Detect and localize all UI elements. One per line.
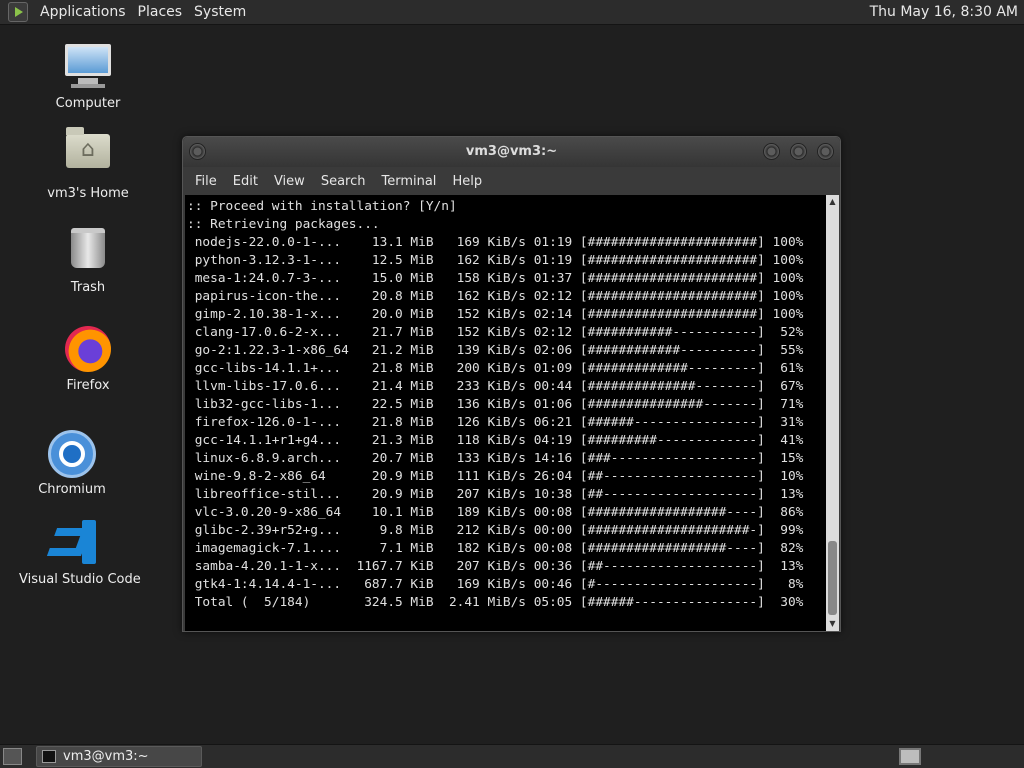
desktop-icon-computer[interactable]: Computer <box>33 44 143 111</box>
taskbar-button-label: vm3@vm3:~ <box>63 749 149 764</box>
terminal-line: vlc-3.0.20-9-x86_64 10.1 MiB 189 KiB/s 0… <box>187 505 804 520</box>
minimize-icon[interactable] <box>763 143 780 160</box>
menu-help[interactable]: Help <box>444 174 490 189</box>
terminal-window[interactable]: vm3@vm3:~ File Edit View Search Terminal… <box>182 136 841 632</box>
terminal-line: mesa-1:24.0.7-3-... 15.0 MiB 158 KiB/s 0… <box>187 271 804 286</box>
terminal-line: gtk4-1:4.14.4-1-... 687.7 KiB 169 KiB/s … <box>187 577 804 592</box>
terminal-output[interactable]: :: Proceed with installation? [Y/n] :: R… <box>185 195 826 631</box>
desktop-icon-label: Visual Studio Code <box>19 572 141 587</box>
close-icon[interactable] <box>817 143 834 160</box>
show-desktop-icon[interactable] <box>3 748 22 765</box>
terminal-scrollbar[interactable]: ▲ ▼ <box>826 195 839 631</box>
terminal-line: samba-4.20.1-1-x... 1167.7 KiB 207 KiB/s… <box>187 559 804 574</box>
terminal-line: papirus-icon-the... 20.8 MiB 162 KiB/s 0… <box>187 289 804 304</box>
terminal-icon <box>42 750 56 763</box>
terminal-line: go-2:1.22.3-1-x86_64 21.2 MiB 139 KiB/s … <box>187 343 804 358</box>
vscode-icon <box>46 520 98 568</box>
terminal-line: gimp-2.10.38-1-x... 20.0 MiB 152 KiB/s 0… <box>187 307 804 322</box>
desktop-icon-label: Chromium <box>38 482 106 497</box>
desktop-icon-home[interactable]: vm3's Home <box>33 124 143 201</box>
terminal-line: :: Proceed with installation? [Y/n] <box>187 199 457 214</box>
terminal-line: glibc-2.39+r52+g... 9.8 MiB 212 KiB/s 00… <box>187 523 804 538</box>
maximize-icon[interactable] <box>790 143 807 160</box>
applications-menu-icon[interactable] <box>8 2 28 22</box>
menu-file[interactable]: File <box>187 174 225 189</box>
scroll-down-icon[interactable]: ▼ <box>826 617 839 631</box>
chromium-icon <box>48 430 96 478</box>
terminal-line: imagemagick-7.1.... 7.1 MiB 182 KiB/s 00… <box>187 541 804 556</box>
clock[interactable]: Thu May 16, 8:30 AM <box>870 4 1018 20</box>
terminal-line: python-3.12.3-1-... 12.5 MiB 162 KiB/s 0… <box>187 253 804 268</box>
desktop-icon-chromium[interactable]: Chromium <box>17 430 127 497</box>
desktop-icon-label: vm3's Home <box>47 186 129 201</box>
scrollbar-thumb[interactable] <box>828 541 837 615</box>
terminal-line: llvm-libs-17.0.6... 21.4 MiB 233 KiB/s 0… <box>187 379 804 394</box>
menu-applications[interactable]: Applications <box>34 4 132 20</box>
menu-terminal[interactable]: Terminal <box>373 174 444 189</box>
terminal-line: linux-6.8.9.arch... 20.7 MiB 133 KiB/s 1… <box>187 451 804 466</box>
window-titlebar[interactable]: vm3@vm3:~ <box>183 137 840 167</box>
desktop-icon-label: Trash <box>70 280 106 295</box>
menu-system[interactable]: System <box>188 4 252 20</box>
terminal-line: libreoffice-stil... 20.9 MiB 207 KiB/s 1… <box>187 487 804 502</box>
desktop-icon-vscode[interactable]: Visual Studio Code <box>19 520 141 587</box>
taskbar-button-terminal[interactable]: vm3@vm3:~ <box>36 746 202 767</box>
home-folder-icon <box>64 127 112 182</box>
terminal-line: nodejs-22.0.0-1-... 13.1 MiB 169 KiB/s 0… <box>187 235 804 250</box>
menu-places[interactable]: Places <box>132 4 189 20</box>
desktop-icon-firefox[interactable]: Firefox <box>33 326 143 393</box>
terminal-line: clang-17.0.6-2-x... 21.7 MiB 152 KiB/s 0… <box>187 325 804 340</box>
bottom-panel: vm3@vm3:~ <box>0 744 1024 768</box>
terminal-line: gcc-libs-14.1.1+... 21.8 MiB 200 KiB/s 0… <box>187 361 804 376</box>
terminal-line: lib32-gcc-libs-1... 22.5 MiB 136 KiB/s 0… <box>187 397 804 412</box>
desktop-icon-label: Computer <box>55 96 121 111</box>
terminal-line: wine-9.8-2-x86_64 20.9 MiB 111 KiB/s 26:… <box>187 469 804 484</box>
menu-edit[interactable]: Edit <box>225 174 266 189</box>
terminal-line: :: Retrieving packages... <box>187 217 380 232</box>
menu-search[interactable]: Search <box>313 174 374 189</box>
trash-icon <box>64 228 112 276</box>
terminal-line: Total ( 5/184) 324.5 MiB 2.41 MiB/s 05:0… <box>187 595 804 610</box>
terminal-line: firefox-126.0-1-... 21.8 MiB 126 KiB/s 0… <box>187 415 804 430</box>
window-menu-icon[interactable] <box>189 143 206 160</box>
window-title: vm3@vm3:~ <box>465 144 558 159</box>
desktop-icon-label: Firefox <box>66 378 110 393</box>
scroll-up-icon[interactable]: ▲ <box>826 195 839 209</box>
top-panel: Applications Places System Thu May 16, 8… <box>0 0 1024 25</box>
terminal-line: gcc-14.1.1+r1+g4... 21.3 MiB 118 KiB/s 0… <box>187 433 804 448</box>
desktop-icon-trash[interactable]: Trash <box>33 224 143 295</box>
firefox-icon <box>64 326 112 374</box>
workspace-switcher[interactable] <box>899 748 921 765</box>
terminal-menubar: File Edit View Search Terminal Help <box>183 167 840 195</box>
computer-icon <box>64 44 112 92</box>
menu-view[interactable]: View <box>266 174 313 189</box>
